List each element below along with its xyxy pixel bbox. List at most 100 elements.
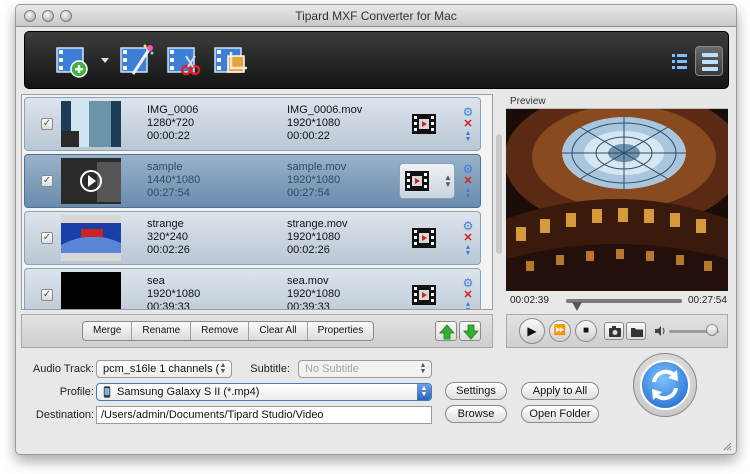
clear-all-button[interactable]: Clear All: [249, 322, 308, 340]
audio-track-value: pcm_s16le 1 channels (: [103, 363, 220, 375]
output-name: sea.mov: [287, 275, 329, 287]
grid-view-button[interactable]: [695, 46, 723, 76]
open-snapshot-folder-button[interactable]: [626, 322, 646, 340]
file-row[interactable]: ✓ sea 1920*1080 00:39:33 sea.mov 1920*1080 00:…: [24, 268, 481, 309]
mov-format-icon: [405, 171, 429, 191]
output-resolution: 1920*1080: [287, 288, 341, 300]
file-checkbox[interactable]: ✓: [41, 232, 53, 244]
volume-slider-knob[interactable]: [705, 324, 718, 336]
add-file-button[interactable]: [53, 42, 91, 80]
file-checkbox[interactable]: ✓: [41, 175, 53, 187]
properties-button[interactable]: Properties: [308, 322, 374, 340]
window-title: Tipard MXF Converter for Mac: [295, 9, 457, 23]
reorder-arrows-icon[interactable]: ▲▼: [462, 130, 474, 143]
file-checkbox[interactable]: ✓: [41, 118, 53, 130]
source-resolution: 1920*1080: [147, 288, 201, 300]
settings-gear-icon[interactable]: ⚙: [462, 220, 474, 232]
crop-button[interactable]: [211, 42, 249, 80]
player-controls: ▶ ⏩ ■: [506, 314, 728, 348]
resize-grip-icon[interactable]: [722, 441, 732, 451]
play-icon: ▶: [527, 324, 537, 338]
reorder-arrows-icon[interactable]: ▲▼: [462, 244, 474, 257]
merge-button[interactable]: Merge: [83, 322, 133, 340]
fast-forward-button[interactable]: ⏩: [549, 320, 571, 342]
output-format-button[interactable]: [411, 225, 437, 251]
edit-effect-button[interactable]: [117, 42, 155, 80]
updown-arrows-icon: ▲ ▼: [417, 384, 431, 400]
convert-button[interactable]: [633, 353, 697, 417]
play-button[interactable]: ▶: [519, 318, 545, 344]
arrow-down-icon: [463, 324, 479, 340]
output-info: IMG_0006.mov 1920*1080 00:00:22: [287, 104, 362, 143]
trim-clip-button[interactable]: [164, 42, 202, 80]
folder-icon: [631, 328, 643, 337]
add-file-dropdown-icon[interactable]: [101, 58, 109, 63]
output-resolution: 1920*1080: [287, 174, 341, 186]
source-duration: 00:00:22: [147, 130, 190, 142]
remove-button[interactable]: Remove: [191, 322, 250, 340]
open-folder-button[interactable]: Open Folder: [521, 405, 599, 423]
edit-effect-icon: [120, 44, 154, 75]
settings-gear-icon[interactable]: ⚙: [462, 163, 474, 175]
snapshot-button[interactable]: [604, 322, 624, 340]
seek-slider-knob[interactable]: [572, 302, 582, 311]
settings-gear-icon[interactable]: ⚙: [462, 106, 474, 118]
source-resolution: 320*240: [147, 231, 188, 243]
remove-file-icon[interactable]: ✕: [462, 118, 474, 130]
output-name: strange.mov: [287, 218, 348, 230]
profile-value: Samsung Galaxy S II (*.mp4): [117, 386, 260, 398]
file-thumbnail: [61, 272, 121, 309]
file-row[interactable]: ✓ IMG_0006 1280*720 00:00:22 IMG_0006.mov 192…: [24, 97, 481, 151]
reorder-arrows-icon[interactable]: ▲▼: [462, 301, 474, 309]
subtitle-select[interactable]: No Subtitle ▲ ▼: [298, 360, 432, 378]
reorder-arrows-icon[interactable]: ▲▼: [462, 187, 474, 200]
subtitle-value: No Subtitle: [305, 363, 359, 375]
list-view-button[interactable]: [665, 46, 693, 76]
current-time: 00:02:39: [510, 295, 549, 306]
remove-file-icon[interactable]: ✕: [462, 289, 474, 301]
volume-icon: [655, 326, 665, 336]
main-toolbar: [24, 31, 729, 89]
browse-button[interactable]: Browse: [445, 405, 507, 423]
output-info: sea.mov 1920*1080 00:39:33: [287, 275, 341, 309]
source-name: strange: [147, 218, 184, 230]
seek-row: 00:02:39 00:27:54: [506, 291, 728, 311]
output-format-button[interactable]: [411, 111, 437, 137]
fast-forward-icon: ⏩: [553, 325, 567, 336]
move-up-button[interactable]: [435, 321, 457, 341]
source-info: sample 1440*1080 00:27:54: [147, 161, 200, 200]
audio-track-label: Audio Track:: [32, 363, 94, 375]
audio-track-select[interactable]: pcm_s16le 1 channels ( ▲ ▼: [96, 360, 232, 378]
remove-file-icon[interactable]: ✕: [462, 232, 474, 244]
settings-button[interactable]: Settings: [445, 382, 507, 400]
video-thumbnail: [61, 215, 121, 261]
destination-field[interactable]: /Users/admin/Documents/Tipard Studio/Vid…: [96, 406, 432, 424]
crop-icon: [214, 47, 247, 73]
remove-file-icon[interactable]: ✕: [462, 175, 474, 187]
output-format-button[interactable]: [404, 168, 430, 194]
rename-button[interactable]: Rename: [132, 322, 192, 340]
settings-gear-icon[interactable]: ⚙: [462, 277, 474, 289]
source-name: IMG_0006: [147, 104, 199, 116]
stop-button[interactable]: ■: [575, 320, 597, 342]
add-file-icon: [56, 47, 88, 78]
output-resolution: 1920*1080: [287, 231, 341, 243]
updown-arrows-icon: ▲ ▼: [444, 173, 452, 189]
apply-to-all-button[interactable]: Apply to All: [521, 382, 599, 400]
file-row[interactable]: ✓ sample 1440*1080 00:27:54 sample.mov 1920*1…: [24, 154, 481, 208]
profile-select[interactable]: Samsung Galaxy S II (*.mp4) ▲ ▼: [96, 383, 432, 401]
output-duration: 00:27:54: [287, 187, 330, 199]
list-view-icon: [672, 54, 687, 69]
output-info: sample.mov 1920*1080 00:27:54: [287, 161, 346, 200]
scrollbar-thumb[interactable]: [496, 134, 502, 254]
file-list-scrollbar[interactable]: [495, 94, 503, 310]
title-bar: Tipard MXF Converter for Mac: [16, 5, 736, 27]
file-checkbox[interactable]: ✓: [41, 289, 53, 301]
file-row[interactable]: ✓ strange 320*240 00:02:26 strange.mov 1920*1…: [24, 211, 481, 265]
move-down-button[interactable]: [459, 321, 481, 341]
video-thumbnail: [61, 158, 121, 204]
seek-slider[interactable]: [566, 299, 682, 311]
trim-clip-icon: [167, 47, 201, 76]
output-format-button[interactable]: [411, 282, 437, 308]
source-info: sea 1920*1080 00:39:33: [147, 275, 201, 309]
